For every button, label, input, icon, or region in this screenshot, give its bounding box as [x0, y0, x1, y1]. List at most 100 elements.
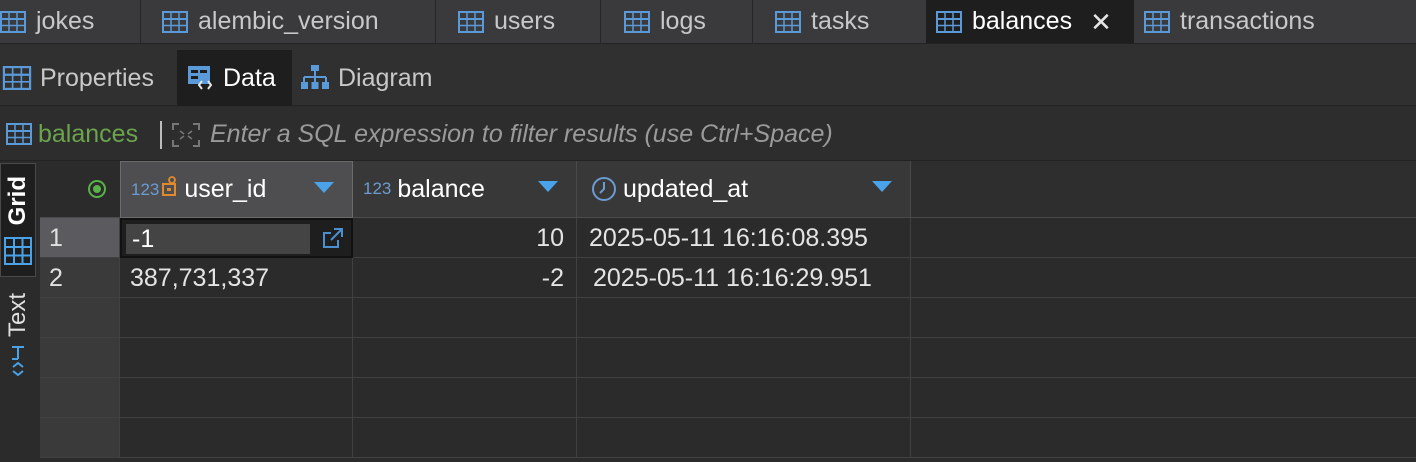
row-filler [911, 418, 1416, 458]
row-filler [911, 338, 1416, 378]
table-icon [624, 10, 650, 33]
table-row[interactable]: 2 387,731,337 -2 2025-05-11 16:16:29.951 [40, 258, 1416, 298]
open-link-icon[interactable] [320, 226, 346, 250]
diagram-icon [301, 65, 329, 89]
cell-updated-at[interactable]: 2025-05-11 16:16:29.951 [577, 258, 911, 298]
tab-label: Properties [40, 63, 154, 92]
row-filler [911, 218, 1416, 258]
empty-cell [577, 378, 911, 418]
tab-label: jokes [36, 7, 95, 35]
tab-label: logs [660, 7, 706, 35]
sort-arrow-icon[interactable] [314, 182, 334, 193]
empty-cell [353, 418, 577, 458]
row-number [40, 378, 120, 418]
row-number [40, 418, 120, 458]
row-number [40, 298, 120, 338]
dbeaver-editor: jokes alembic_version users logs tasks b… [0, 0, 1416, 462]
tab-balances[interactable]: balances ✕ [926, 0, 1134, 43]
tab-tasks[interactable]: tasks [775, 0, 869, 43]
empty-cell [120, 418, 353, 458]
column-label: balance [397, 174, 485, 203]
tab-label: Data [223, 63, 276, 92]
type-badge: 123 [363, 179, 392, 198]
table-icon [6, 123, 32, 145]
text-icon [12, 346, 24, 377]
select-all-icon[interactable] [88, 180, 106, 198]
empty-cell [353, 338, 577, 378]
tab-transactions[interactable]: transactions [1144, 0, 1315, 43]
row-filler [911, 298, 1416, 338]
results-grid: 123 user_id 123 balance updated_at 1 -1 … [40, 161, 1416, 462]
cell-value-user-id[interactable]: -1 [126, 224, 310, 254]
header-filler [911, 161, 1416, 218]
column-label: user_id [184, 175, 267, 203]
tab-grid[interactable]: Grid [0, 163, 36, 277]
tab-label: Diagram [338, 63, 433, 92]
table-icon [1144, 10, 1170, 33]
empty-cell [353, 378, 577, 418]
tab-logs[interactable]: logs [624, 0, 706, 43]
row-number[interactable]: 2 [40, 258, 120, 298]
row-number[interactable]: 1 [40, 218, 120, 258]
divider [160, 121, 162, 149]
column-header-user-id[interactable]: 123 user_id [120, 161, 353, 218]
table-icon [458, 10, 484, 33]
empty-row [40, 378, 1416, 418]
grid-icon [4, 237, 32, 266]
table-icon [162, 10, 188, 33]
tab-label: Grid [4, 176, 31, 226]
filter-input[interactable] [210, 116, 1400, 152]
tab-label: alembic_version [198, 7, 379, 35]
table-row[interactable]: 1 -1 10 2025-05-11 16:16:08.395 [40, 218, 1416, 258]
table-icon [936, 10, 962, 33]
tab-users[interactable]: users [458, 0, 555, 43]
sort-arrow-icon[interactable] [872, 181, 892, 192]
column-label: updated_at [623, 174, 749, 203]
empty-cell [577, 298, 911, 338]
key-icon [162, 175, 177, 196]
filter-bar: balances [0, 107, 1416, 161]
data-icon [188, 66, 213, 90]
column-header-balance[interactable]: 123 balance [353, 161, 577, 218]
tab-label: transactions [1180, 7, 1315, 35]
tab-data[interactable]: Data [177, 50, 292, 106]
cell-balance[interactable]: 10 [353, 218, 577, 258]
clock-icon [592, 177, 616, 201]
tab-label: tasks [811, 7, 870, 35]
close-icon[interactable]: ✕ [1090, 9, 1112, 35]
tab-label: Text [4, 293, 31, 338]
tab-label: balances [972, 7, 1073, 35]
tab-alembic-version[interactable]: alembic_version [162, 0, 379, 43]
tab-properties[interactable]: Properties [0, 50, 154, 106]
filter-entity-label: balances [38, 119, 139, 148]
table-icon [0, 10, 26, 33]
row-filler [911, 378, 1416, 418]
editor-sub-tabs: Properties Data Diagram [0, 44, 1416, 106]
cell-updated-at[interactable]: 2025-05-11 16:16:08.395 [577, 218, 911, 258]
empty-cell [353, 298, 577, 338]
row-number-header [40, 161, 120, 218]
editor-tab-bar: jokes alembic_version users logs tasks b… [0, 0, 1416, 44]
empty-cell [120, 298, 353, 338]
table-icon [775, 10, 801, 33]
cell-user-id[interactable]: 387,731,337 [120, 258, 353, 298]
side-tabs: Grid Text [0, 161, 40, 462]
sort-arrow-icon[interactable] [538, 181, 558, 192]
expand-icon[interactable] [171, 122, 201, 148]
tab-label: users [494, 7, 556, 35]
empty-cell [120, 378, 353, 418]
empty-cell [120, 338, 353, 378]
row-number [40, 338, 120, 378]
empty-row [40, 418, 1416, 458]
cell-editor[interactable]: -1 [120, 218, 353, 258]
empty-cell [577, 418, 911, 458]
tab-diagram[interactable]: Diagram [300, 50, 432, 106]
table-icon [2, 66, 32, 90]
tab-text[interactable]: Text [0, 289, 36, 389]
empty-cell [577, 338, 911, 378]
column-header-updated-at[interactable]: updated_at [577, 161, 911, 218]
type-badge: 123 [131, 179, 160, 199]
tab-jokes[interactable]: jokes [0, 0, 94, 43]
row-filler [911, 258, 1416, 298]
cell-balance[interactable]: -2 [353, 258, 577, 298]
